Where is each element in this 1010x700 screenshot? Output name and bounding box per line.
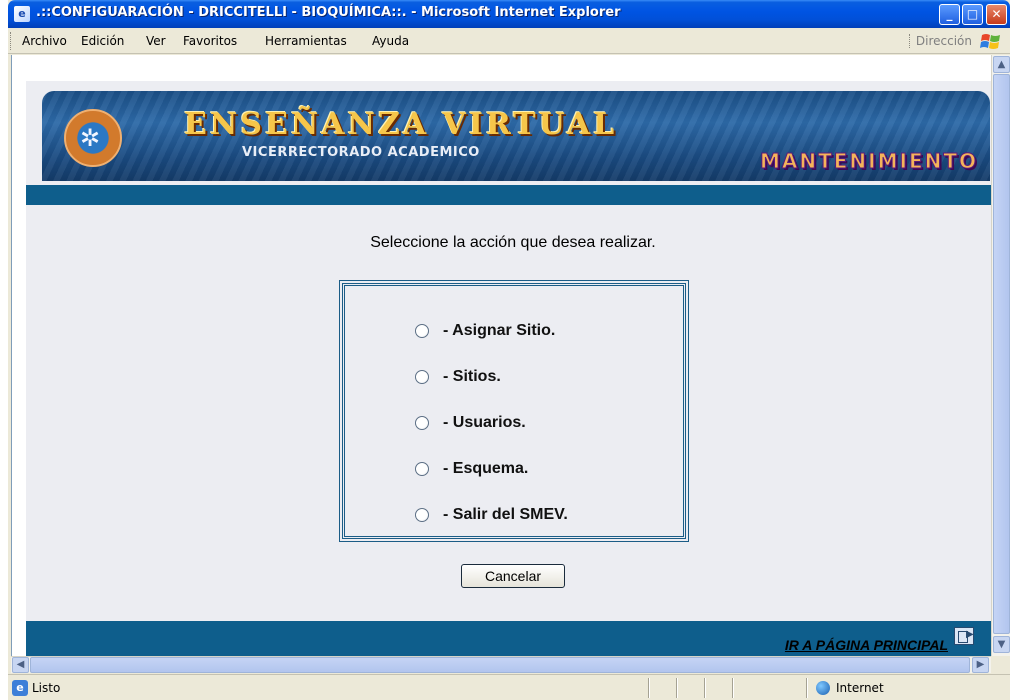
radio-esquema[interactable]	[415, 462, 429, 476]
header-divider-band	[26, 185, 991, 205]
toolbar-grip[interactable]	[10, 32, 13, 50]
radio-usuarios[interactable]	[415, 416, 429, 430]
scroll-up-arrow-icon[interactable]: ▲	[993, 56, 1010, 73]
horizontal-scrollbar[interactable]: ◀ ▶	[11, 656, 991, 673]
banner-title: ENSEÑANZA VIRTUAL	[184, 107, 618, 142]
option-label: - Usuarios.	[443, 414, 526, 431]
footer-band: IR A PÁGINA PRINCIPAL	[26, 621, 991, 656]
address-bar-label[interactable]: Dirección	[908, 34, 972, 48]
minimize-button[interactable]: _	[939, 4, 960, 25]
option-label: - Esquema.	[443, 460, 529, 477]
radio-salir-smev[interactable]	[415, 508, 429, 522]
page-viewport: ✲ ENSEÑANZA VIRTUAL VICERRECTORADO ACADE…	[11, 55, 991, 656]
horizontal-scroll-thumb[interactable]	[30, 657, 970, 673]
menu-ayuda[interactable]: Ayuda	[372, 34, 409, 48]
option-sitios[interactable]: - Sitios.	[415, 366, 501, 388]
option-esquema[interactable]: - Esquema.	[415, 458, 528, 480]
radio-sitios[interactable]	[415, 370, 429, 384]
compass-star-icon: ✲	[80, 124, 101, 152]
status-separator	[704, 678, 706, 698]
section-badge: MANTENIMIENTO	[760, 149, 978, 174]
option-label: - Salir del SMEV.	[443, 506, 568, 523]
option-asignar-sitio[interactable]: - Asignar Sitio.	[415, 320, 555, 342]
menu-edicion[interactable]: Edición	[81, 34, 124, 48]
title-bar[interactable]: e .::CONFIGUARACIÓN - DRICCITELLI - BIOQ…	[8, 0, 1010, 28]
cancel-button[interactable]: Cancelar	[461, 564, 565, 588]
vertical-scrollbar[interactable]: ▲ ▼	[991, 55, 1010, 656]
action-options-box: - Asignar Sitio. - Sitios. - Usuarios. -…	[339, 280, 689, 542]
status-separator	[648, 678, 650, 698]
scroll-right-arrow-icon[interactable]: ▶	[972, 657, 989, 673]
menu-herramientas[interactable]: Herramientas	[265, 34, 347, 48]
status-bar: e Listo Internet	[8, 674, 1010, 700]
instruction-text: Seleccione la acción que desea realizar.	[370, 234, 656, 251]
menu-bar: Archivo Edición Ver Favoritos Herramient…	[8, 28, 1010, 54]
vertical-scroll-thumb[interactable]	[993, 74, 1010, 634]
browser-window: e .::CONFIGUARACIÓN - DRICCITELLI - BIOQ…	[8, 0, 1010, 700]
status-separator	[676, 678, 678, 698]
windows-logo-icon	[980, 34, 1000, 49]
menu-archivo[interactable]: Archivo	[22, 34, 67, 48]
scroll-down-arrow-icon[interactable]: ▼	[993, 636, 1010, 653]
menu-ver[interactable]: Ver	[146, 34, 166, 48]
status-separator	[732, 678, 734, 698]
exit-door-icon[interactable]	[954, 627, 974, 645]
menu-favoritos[interactable]: Favoritos	[183, 34, 237, 48]
home-page-link[interactable]: IR A PÁGINA PRINCIPAL	[785, 637, 948, 653]
option-salir-smev[interactable]: - Salir del SMEV.	[415, 504, 568, 526]
radio-asignar-sitio[interactable]	[415, 324, 429, 338]
close-button[interactable]: ✕	[986, 4, 1007, 25]
ie-page-status-icon: e	[12, 680, 28, 696]
maximize-button[interactable]: □	[962, 4, 983, 25]
security-zone-text: Internet	[836, 681, 884, 695]
option-label: - Sitios.	[443, 368, 501, 385]
option-usuarios[interactable]: - Usuarios.	[415, 412, 526, 434]
window-title: .::CONFIGUARACIÓN - DRICCITELLI - BIOQUÍ…	[36, 5, 621, 20]
option-label: - Asignar Sitio.	[443, 322, 556, 339]
ie-page-icon: e	[14, 6, 30, 22]
header-banner: ✲ ENSEÑANZA VIRTUAL VICERRECTORADO ACADE…	[42, 91, 990, 181]
internet-globe-icon	[816, 681, 830, 695]
status-separator	[806, 678, 808, 698]
banner-subtitle: VICERRECTORADO ACADEMICO	[242, 145, 480, 160]
status-text: Listo	[32, 681, 61, 695]
scroll-left-arrow-icon[interactable]: ◀	[12, 657, 29, 673]
